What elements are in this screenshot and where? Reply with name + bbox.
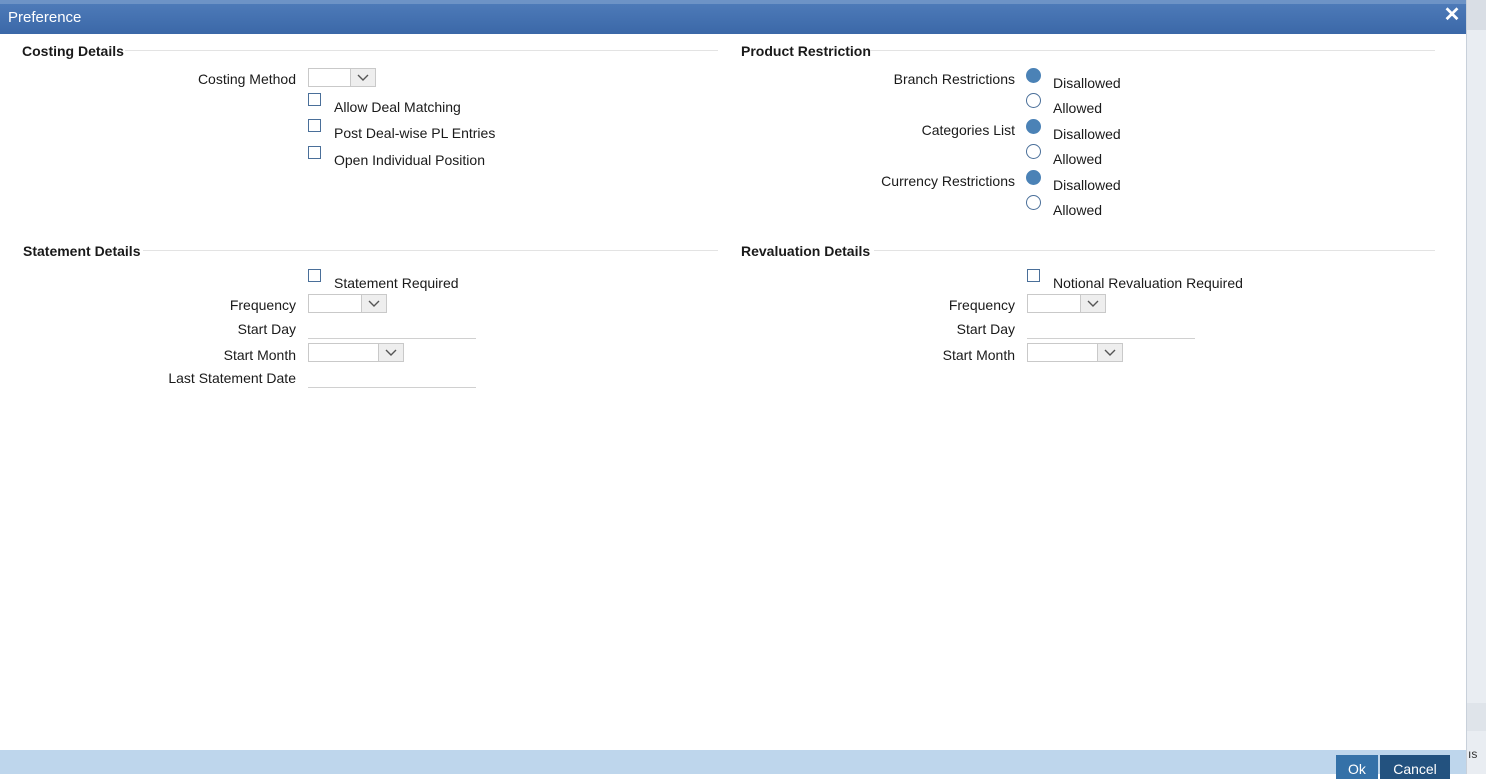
chevron-down-icon: [350, 69, 375, 86]
revaluation-start-month-label: Start Month: [942, 347, 1015, 363]
categories-list-label: Categories List: [921, 122, 1015, 138]
statement-frequency-label: Frequency: [229, 297, 296, 313]
open-individual-position-checkbox[interactable]: [308, 146, 321, 159]
categories-disallowed-label: Disallowed: [1053, 126, 1121, 142]
section-divider: [125, 50, 718, 51]
chevron-down-icon: [361, 295, 386, 312]
statement-start-month-select[interactable]: [308, 343, 404, 362]
revaluation-start-day-input[interactable]: [1027, 322, 1195, 339]
categories-allowed-label: Allowed: [1053, 151, 1103, 167]
revaluation-details-title: Revaluation Details: [741, 243, 871, 259]
dialog-footer: [0, 750, 1466, 774]
currency-allowed-radio[interactable]: [1026, 195, 1041, 210]
section-divider: [143, 250, 718, 251]
currency-allowed-label: Allowed: [1053, 202, 1103, 218]
dialog-title: Preference: [8, 9, 82, 26]
notional-revaluation-label: Notional Revaluation Required: [1053, 275, 1243, 291]
branch-restrictions-label: Branch Restrictions: [893, 71, 1015, 87]
close-icon[interactable]: ✕: [1443, 5, 1461, 25]
categories-disallowed-radio[interactable]: [1026, 119, 1041, 134]
statement-start-day-input[interactable]: [308, 322, 476, 339]
last-statement-date-input[interactable]: [308, 371, 476, 388]
statement-details-title: Statement Details: [23, 243, 141, 259]
currency-disallowed-label: Disallowed: [1053, 177, 1121, 193]
statement-start-day-label: Start Day: [237, 321, 296, 337]
revaluation-start-month-select[interactable]: [1027, 343, 1123, 362]
chevron-down-icon: [378, 344, 403, 361]
notional-revaluation-checkbox[interactable]: [1027, 269, 1040, 282]
background-partial-text: ıs: [1468, 747, 1478, 761]
revaluation-frequency-select[interactable]: [1027, 294, 1106, 313]
branch-allowed-label: Allowed: [1053, 100, 1103, 116]
open-individual-position-label: Open Individual Position: [334, 152, 485, 168]
currency-restrictions-label: Currency Restrictions: [881, 173, 1015, 189]
currency-disallowed-radio[interactable]: [1026, 170, 1041, 185]
last-statement-date-label: Last Statement Date: [168, 370, 296, 386]
costing-details-title: Costing Details: [22, 43, 124, 59]
revaluation-start-day-label: Start Day: [956, 321, 1015, 337]
chevron-down-icon: [1080, 295, 1105, 312]
ok-button[interactable]: Ok: [1336, 755, 1378, 779]
categories-allowed-radio[interactable]: [1026, 144, 1041, 159]
background-window-strip: [1466, 0, 1486, 774]
statement-required-label: Statement Required: [334, 275, 459, 291]
costing-method-select[interactable]: [308, 68, 376, 87]
costing-method-label: Costing Method: [197, 71, 296, 87]
cancel-button[interactable]: Cancel: [1380, 755, 1450, 779]
branch-disallowed-radio[interactable]: [1026, 68, 1041, 83]
revaluation-frequency-label: Frequency: [948, 297, 1015, 313]
statement-frequency-select[interactable]: [308, 294, 387, 313]
section-divider: [870, 50, 1435, 51]
allow-deal-matching-label: Allow Deal Matching: [334, 99, 461, 115]
post-deal-wise-label: Post Deal-wise PL Entries: [334, 125, 496, 141]
section-divider: [874, 250, 1435, 251]
statement-required-checkbox[interactable]: [308, 269, 321, 282]
statement-start-month-label: Start Month: [223, 347, 296, 363]
dialog-titlebar: [0, 0, 1466, 34]
chevron-down-icon: [1097, 344, 1122, 361]
allow-deal-matching-checkbox[interactable]: [308, 93, 321, 106]
branch-allowed-radio[interactable]: [1026, 93, 1041, 108]
branch-disallowed-label: Disallowed: [1053, 75, 1121, 91]
product-restriction-title: Product Restriction: [741, 43, 871, 59]
post-deal-wise-checkbox[interactable]: [308, 119, 321, 132]
